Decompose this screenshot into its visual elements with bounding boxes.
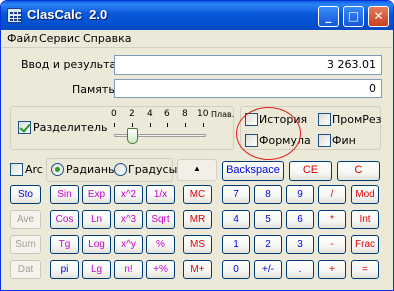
close-button[interactable]: ✕ [368,6,389,27]
key-Lg-button[interactable]: Lg [82,260,111,279]
key-4-button[interactable]: 4 [222,210,250,229]
key-Sum-button[interactable]: Sum [10,235,41,254]
slider-tick-6: 6 [164,109,170,119]
slider-tick-mark [114,123,115,127]
key-multiply-button[interactable]: * [318,210,346,229]
key-dot-button[interactable]: . [286,260,314,279]
key-percent-button[interactable]: % [146,235,175,254]
slider-tick-mark [132,123,133,127]
input-result-label: Ввод и результат [21,58,123,71]
minimize-button[interactable]: _ [318,6,339,27]
key-Frac-button[interactable]: Frac [351,235,379,254]
key-divide-button[interactable]: / [318,185,346,204]
key-MS-button[interactable]: MS [183,235,212,254]
slider-thumb[interactable] [127,128,138,144]
arc-label: Arc [25,163,43,176]
key-minus-button[interactable]: - [318,235,346,254]
arc-checkbox[interactable] [10,163,23,176]
key-1-button[interactable]: 1 [222,235,250,254]
key-5-button[interactable]: 5 [254,210,282,229]
window-title: ClasCalc 2.0 [27,7,108,22]
key-pluspercent-button[interactable]: +% [146,260,175,279]
key-xpow3-button[interactable]: x^3 [114,210,143,229]
slider-tick-mark [185,123,186,127]
slider-tick-mark [167,123,168,127]
maximize-button[interactable]: □ [343,6,364,27]
slider-tick-2: 2 [129,109,135,119]
key-equals-button[interactable]: = [351,260,379,279]
fin-label: Фин [332,134,356,147]
menu-service[interactable]: Сервис [39,32,80,45]
key-xpow2-button[interactable]: x^2 [114,185,143,204]
separator-label: Разделитель [33,121,108,134]
key-Sin-button[interactable]: Sin [50,185,79,204]
slider-tick-10: 10 [197,109,209,119]
key-Tg-button[interactable]: Tg [50,235,79,254]
fin-checkbox[interactable] [318,134,331,147]
key-Ave-button[interactable]: Ave [10,210,41,229]
key-0-button[interactable]: 0 [222,260,250,279]
calculator-app-icon [7,8,22,23]
slider-tick-4: 4 [147,109,153,119]
key-pi-button[interactable]: pi [50,260,79,279]
key-Sqrt-button[interactable]: Sqrt [146,210,175,229]
key-1dividex-button[interactable]: 1/x [146,185,175,204]
radians-label: Радианы [66,163,117,176]
key-8-button[interactable]: 8 [254,185,282,204]
slider-tick-8: 8 [182,109,188,119]
key-Int-button[interactable]: Int [351,210,379,229]
key-nfact-button[interactable]: n! [114,260,143,279]
highlight-ellipse [236,107,301,160]
ce-button[interactable]: CE [289,161,332,181]
separator-checkbox[interactable] [18,121,31,134]
key-9-button[interactable]: 9 [286,185,314,204]
slider-tick-0: 0 [111,109,117,119]
menu-help[interactable]: Справка [83,32,131,45]
key-plusdivideminus-button[interactable]: +/- [254,260,282,279]
key-MC-button[interactable]: MC [183,185,212,204]
key-7-button[interactable]: 7 [222,185,250,204]
key-6-button[interactable]: 6 [286,210,314,229]
slider-tick-mark [203,123,204,127]
key-Mplus-button[interactable]: M+ [183,260,212,279]
title-bar[interactable]: ClasCalc 2.0 _ □ ✕ [1,1,393,30]
collapse-arrow-button[interactable]: ▲ [177,159,217,181]
calculator-window: ClasCalc 2.0 _ □ ✕ Файл Сервис Справка В… [0,0,394,291]
radians-radio[interactable] [51,163,64,176]
key-Sto-button[interactable]: Sto [10,185,41,204]
promres-checkbox[interactable] [318,113,331,126]
key-plus-button[interactable]: + [318,260,346,279]
key-MR-button[interactable]: MR [183,210,212,229]
memory-label: Память [72,83,115,96]
memory-field: 0 [114,79,382,98]
input-result-field[interactable]: 3 263.01 [114,55,382,75]
degrees-label: Градусы [128,163,178,176]
key-xpowy-button[interactable]: x^y [114,235,143,254]
key-3-button[interactable]: 3 [286,235,314,254]
c-button[interactable]: C [337,161,380,181]
slider-tick-mark [150,123,151,127]
backspace-button[interactable]: Backspace [222,161,284,181]
degrees-radio[interactable] [114,163,127,176]
key-Mod-button[interactable]: Mod [351,185,379,204]
key-Exp-button[interactable]: Exp [82,185,111,204]
key-Log-button[interactable]: Log [82,235,111,254]
slider-float-label: Плав. [211,110,235,119]
promres-label: ПромРез [332,113,382,126]
key-Dat-button[interactable]: Dat [10,260,41,279]
key-Cos-button[interactable]: Cos [50,210,79,229]
menu-bar: Файл Сервис Справка [2,30,392,48]
key-2-button[interactable]: 2 [254,235,282,254]
key-Ln-button[interactable]: Ln [82,210,111,229]
menu-file[interactable]: Файл [7,32,37,45]
